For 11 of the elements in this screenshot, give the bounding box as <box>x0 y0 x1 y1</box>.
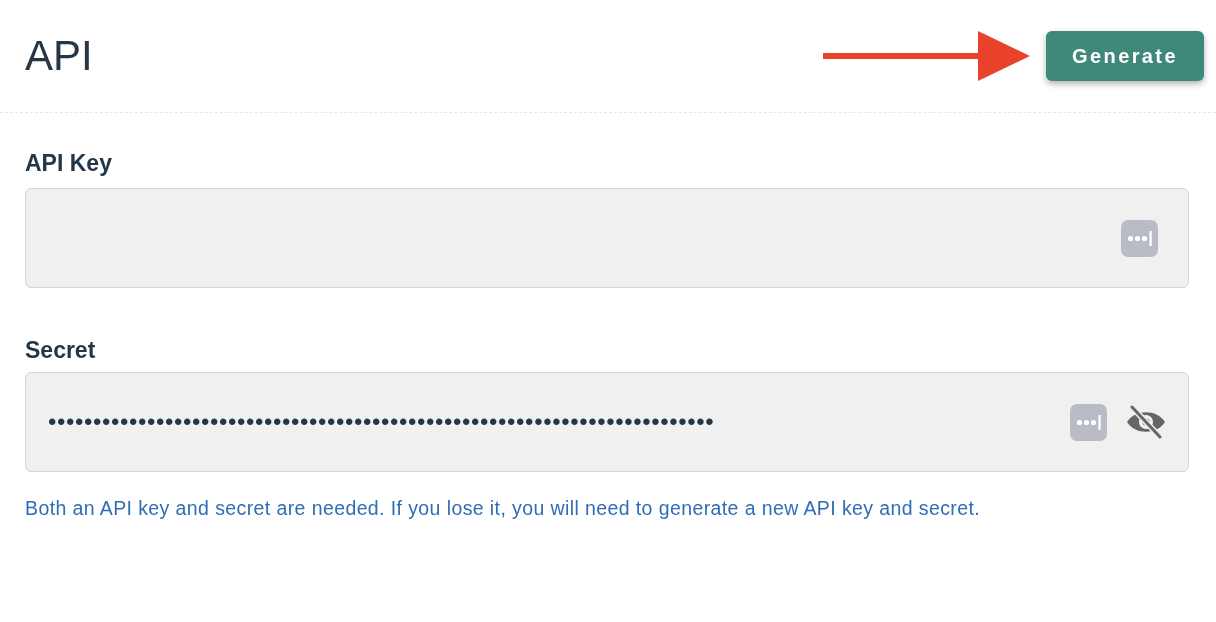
password-field[interactable]: •••••••••••••••••••••••••••••••••••••••••••••••••••••••••••••••••••••••••• <box>25 372 1189 472</box>
masked-value: •••••••••••••••••••••••••••••••••••••••••••••••••••••••••••••••••••••••••• <box>48 408 715 436</box>
field-label: Secret <box>25 336 97 364</box>
text-field[interactable] <box>25 188 1189 288</box>
eye-slash-icon[interactable] <box>1126 405 1166 439</box>
dots-cursor-icon[interactable] <box>1070 403 1107 441</box>
field-label: API Key <box>25 149 113 177</box>
dots-cursor-icon[interactable] <box>1121 219 1158 257</box>
page-title: API <box>25 31 93 81</box>
generate-button[interactable]: Generate <box>1046 31 1204 81</box>
help-text: Both an API key and secret are needed. If you lose it, you will need to generate a new API key and secret. <box>25 496 982 520</box>
